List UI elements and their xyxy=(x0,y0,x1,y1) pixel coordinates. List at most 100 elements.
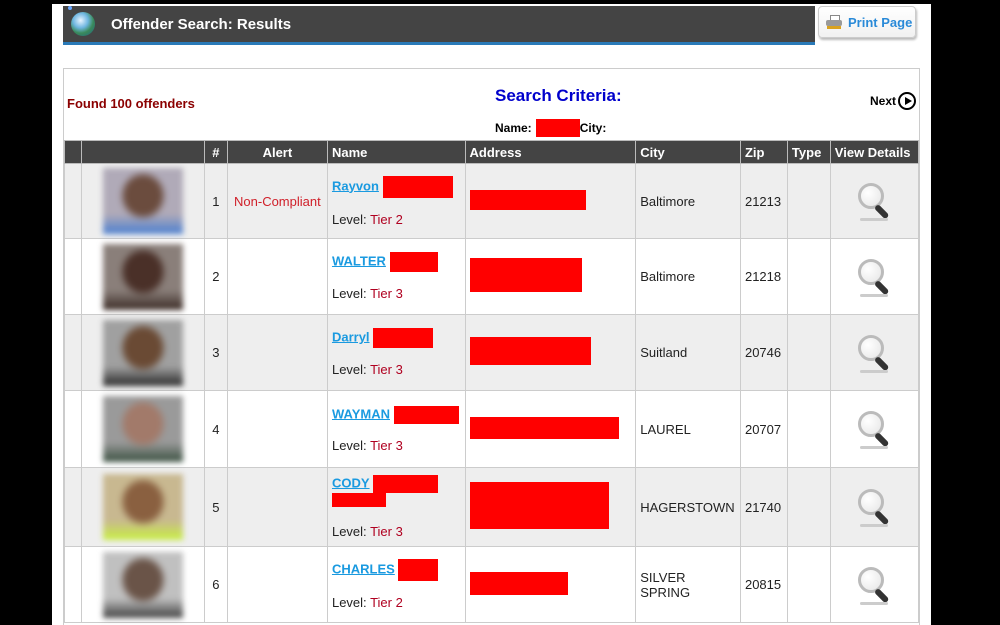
type-cell xyxy=(786,163,831,239)
row-blank-cell xyxy=(64,546,82,623)
offender-name-link[interactable]: CHARLES xyxy=(332,561,395,576)
offender-photo[interactable] xyxy=(102,551,183,618)
level-label: Level: xyxy=(331,362,367,377)
table-row: 1 Non-Compliant Rayvon Level: Tier 2 Bal… xyxy=(64,163,920,239)
offender-name-link[interactable]: WALTER xyxy=(332,253,386,268)
redacted-last-name xyxy=(398,559,439,581)
city-cell: LAUREL xyxy=(635,390,741,468)
photo-cell xyxy=(80,163,205,239)
offender-photo[interactable] xyxy=(102,168,183,234)
view-details-cell xyxy=(829,390,920,468)
offender-name-link[interactable]: Darryl xyxy=(332,329,370,344)
photo-cell xyxy=(80,546,205,623)
redacted-last-name xyxy=(373,328,434,348)
header-address: Address xyxy=(464,140,637,164)
name-cell: Darryl Level: Tier 3 xyxy=(326,314,466,391)
offender-photo[interactable] xyxy=(102,474,183,540)
offender-name-link[interactable]: CODY xyxy=(332,475,370,490)
view-details-magnifier-icon[interactable] xyxy=(854,409,894,449)
table-row: 5 CODY Level: Tier 3 HAGERSTOWN 21740 xyxy=(64,467,920,547)
results-count: Found 100 offenders xyxy=(67,96,195,111)
photo-cell xyxy=(80,467,205,547)
view-details-magnifier-icon[interactable] xyxy=(854,181,894,221)
tier-value: Tier 2 xyxy=(370,595,403,610)
address-cell xyxy=(464,314,637,391)
alert-status xyxy=(226,390,328,468)
alert-status xyxy=(226,238,328,315)
next-arrow-icon xyxy=(898,92,916,110)
photo-cell xyxy=(80,390,205,468)
offender-photo[interactable] xyxy=(102,396,183,462)
redacted-last-name xyxy=(389,252,438,272)
header-zip: Zip xyxy=(739,140,788,164)
offender-level: Level: Tier 2 xyxy=(332,212,461,227)
row-number: 3 xyxy=(203,314,228,391)
offender-name-link[interactable]: Rayvon xyxy=(332,178,379,193)
tier-value: Tier 3 xyxy=(370,286,403,301)
globe-icon xyxy=(68,6,95,36)
tier-value: Tier 3 xyxy=(370,524,403,539)
row-number: 5 xyxy=(203,467,228,547)
table-row: 4 WAYMAN Level: Tier 3 LAUREL 20707 xyxy=(64,390,920,468)
type-cell xyxy=(786,314,831,391)
view-details-magnifier-icon[interactable] xyxy=(854,487,894,527)
table-row: 6 CHARLES Level: Tier 2 SILVER SPRING 20… xyxy=(64,546,920,623)
next-page-button[interactable]: Next xyxy=(870,92,916,110)
row-blank-cell xyxy=(64,163,82,239)
offender-photo[interactable] xyxy=(102,319,183,386)
type-cell xyxy=(786,546,831,623)
redacted-address xyxy=(469,189,586,210)
tier-value: Tier 2 xyxy=(370,211,403,227)
print-page-button[interactable]: Print Page xyxy=(818,6,916,38)
next-label: Next xyxy=(869,94,896,108)
search-criteria-values: Name: City: xyxy=(495,119,606,137)
view-details-cell xyxy=(829,238,920,315)
city-cell: HAGERSTOWN xyxy=(635,467,741,547)
title-bar: Offender Search: Results xyxy=(63,6,815,45)
photo-cell xyxy=(80,314,205,391)
name-cell: CHARLES Level: Tier 2 xyxy=(326,546,466,623)
header-type: Type xyxy=(786,140,831,164)
city-cell: Baltimore xyxy=(635,238,741,315)
address-cell xyxy=(464,163,637,239)
alert-status xyxy=(226,546,328,623)
header-city: City xyxy=(635,140,741,164)
name-cell: WAYMAN Level: Tier 3 xyxy=(326,390,466,468)
header-alert: Alert xyxy=(226,140,328,164)
offender-name-link[interactable]: WAYMAN xyxy=(332,406,390,421)
offender-photo[interactable] xyxy=(102,243,183,310)
view-details-magnifier-icon[interactable] xyxy=(854,257,894,297)
type-cell xyxy=(786,238,831,315)
alert-status xyxy=(226,467,328,547)
row-number: 4 xyxy=(203,390,228,468)
results-table: # Alert Name Address City Zip Type View … xyxy=(64,140,920,623)
printer-icon xyxy=(826,15,842,29)
level-label: Level: xyxy=(331,437,367,453)
search-criteria-title: Search Criteria: xyxy=(495,86,622,105)
zip-cell: 21213 xyxy=(739,163,788,239)
view-details-cell xyxy=(829,546,920,623)
name-criteria-label: Name: xyxy=(495,121,532,135)
header-blank xyxy=(64,140,82,164)
alert-status xyxy=(226,314,328,391)
view-details-magnifier-icon[interactable] xyxy=(854,565,894,605)
zip-cell: 20707 xyxy=(739,390,788,468)
table-header-row: # Alert Name Address City Zip Type View … xyxy=(64,140,920,164)
address-cell xyxy=(464,467,637,547)
view-details-magnifier-icon[interactable] xyxy=(854,333,894,373)
address-cell xyxy=(464,238,637,315)
view-details-cell xyxy=(829,467,920,547)
row-blank-cell xyxy=(64,314,82,391)
redacted-last-name xyxy=(382,175,453,198)
redacted-name-cont xyxy=(331,493,386,507)
view-details-cell xyxy=(829,163,920,239)
table-row: 3 Darryl Level: Tier 3 Suitland 20746 xyxy=(64,314,920,391)
redacted-last-name xyxy=(373,475,439,493)
level-label: Level: xyxy=(331,524,367,539)
zip-cell: 21218 xyxy=(739,238,788,315)
tier-value: Tier 3 xyxy=(370,362,403,377)
redacted-address xyxy=(469,571,568,595)
row-number: 1 xyxy=(203,163,228,239)
view-details-cell xyxy=(829,314,920,391)
type-cell xyxy=(786,390,831,468)
